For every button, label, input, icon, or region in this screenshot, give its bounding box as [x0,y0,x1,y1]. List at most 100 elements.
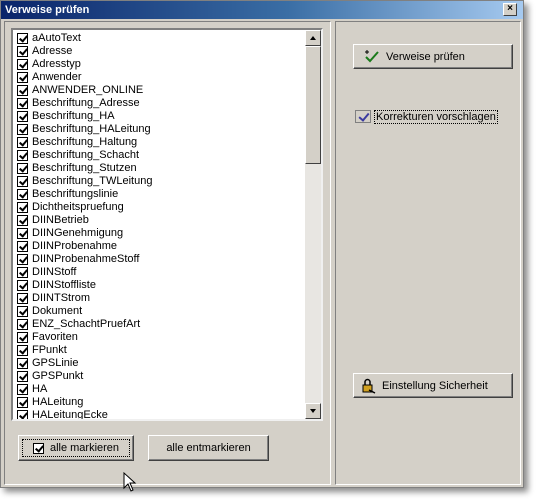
list-item[interactable]: DIINBetrieb [13,214,305,227]
dialog-window: Verweise prüfen × aAutoText Adresse Adress… [0,0,524,492]
list-item[interactable]: Beschriftung_Haltung [13,136,305,149]
item-checkbox[interactable] [17,228,28,239]
list-item[interactable]: Beschriftungslinie [13,188,305,201]
close-button[interactable]: × [503,3,517,16]
list-item[interactable]: DIINTStrom [13,292,305,305]
list-item[interactable]: Beschriftung_HALeitung [13,123,305,136]
item-checkbox[interactable] [17,85,28,96]
list-item[interactable]: DIINStoffliste [13,279,305,292]
item-label: Favoriten [32,331,78,343]
list-item[interactable]: DIINProbenahmeStoff [13,253,305,266]
list-item[interactable]: Beschriftung_Stutzen [13,162,305,175]
suggest-corrections-option[interactable]: Korrekturen vorschlagen [355,109,498,124]
list-item[interactable]: HALeitungEcke [13,409,305,419]
item-label: HA [32,383,48,395]
list-item[interactable]: DIINStoff [13,266,305,279]
item-checkbox[interactable] [17,124,28,135]
item-label: Anwender [32,71,82,83]
list-item[interactable]: GPSPunkt [13,370,305,383]
item-checkbox[interactable] [17,358,28,369]
item-checkbox[interactable] [17,371,28,382]
list-item[interactable]: GPSLinie [13,357,305,370]
item-label: DIINBetrieb [32,214,89,226]
item-label: HALeitung [32,396,84,408]
item-label: DIINTStrom [32,292,91,304]
item-checkbox[interactable] [17,280,28,291]
item-checkbox[interactable] [17,345,28,356]
item-label: Beschriftung_HA [32,110,115,122]
list-item[interactable]: aAutoText [13,32,305,45]
table-checklist[interactable]: aAutoText Adresse Adresstyp Anwender ANWENDE… [11,28,323,421]
check-references-button[interactable]: Verweise prüfen [353,44,513,69]
item-checkbox[interactable] [17,46,28,57]
list-item[interactable]: HALeitung [13,396,305,409]
security-settings-button[interactable]: Einstellung Sicherheit [353,373,513,398]
list-item[interactable]: HA [13,383,305,396]
scroll-up-button[interactable] [305,30,321,46]
item-label: ENZ_SchachtPruefArt [32,318,141,330]
item-checkbox[interactable] [17,384,28,395]
item-checkbox[interactable] [17,176,28,187]
window-title: Verweise prüfen [5,4,90,16]
item-label: Beschriftung_TWLeitung [32,175,153,187]
list-item[interactable]: Beschriftung_TWLeitung [13,175,305,188]
close-icon: × [507,3,513,14]
item-label: Dokument [32,305,83,317]
item-label: Beschriftung_Stutzen [32,162,137,174]
unmark-all-button[interactable]: alle entmarkieren [148,435,269,461]
item-label: Beschriftung_Schacht [32,149,140,161]
checkbox-icon [32,442,44,454]
list-item[interactable]: ENZ_SchachtPruefArt [13,318,305,331]
item-checkbox[interactable] [17,241,28,252]
scroll-down-button[interactable] [305,403,321,419]
list-item[interactable]: Dokument [13,305,305,318]
vertical-scrollbar[interactable] [305,30,321,419]
list-item[interactable]: FPunkt [13,344,305,357]
check-arrow-icon [365,49,379,62]
list-item[interactable]: Adresstyp [13,58,305,71]
item-checkbox[interactable] [17,150,28,161]
item-label: Dichtheitspruefung [32,201,124,213]
item-label: DIINStoffliste [32,279,96,291]
suggest-corrections-checkbox[interactable] [355,110,371,123]
item-checkbox[interactable] [17,72,28,83]
list-item[interactable]: Anwender [13,71,305,84]
arrow-down-icon [310,409,316,413]
list-item[interactable]: Beschriftung_Adresse [13,97,305,110]
item-checkbox[interactable] [17,189,28,200]
list-item[interactable]: Adresse [13,45,305,58]
item-checkbox[interactable] [17,137,28,148]
item-checkbox[interactable] [17,59,28,70]
lock-key-icon [362,378,376,394]
mouse-cursor-icon [123,472,137,492]
item-checkbox[interactable] [17,293,28,304]
list-item[interactable]: Beschriftung_HA [13,110,305,123]
list-item[interactable]: ANWENDER_ONLINE [13,84,305,97]
item-label: Beschriftung_Haltung [32,136,138,148]
item-checkbox[interactable] [17,397,28,408]
item-checkbox[interactable] [17,332,28,343]
item-checkbox[interactable] [17,33,28,44]
list-item[interactable]: DIINGenehmigung [13,227,305,240]
item-checkbox[interactable] [17,111,28,122]
item-checkbox[interactable] [17,215,28,226]
item-checkbox[interactable] [17,319,28,330]
item-checkbox[interactable] [17,254,28,265]
item-label: Beschriftung_HALeitung [32,123,151,135]
item-checkbox[interactable] [17,306,28,317]
right-panel: Verweise prüfen Korrekturen vorschlagen … [335,21,521,485]
check-references-label: Verweise prüfen [386,50,465,63]
list-item[interactable]: DIINProbenahme [13,240,305,253]
mark-all-button[interactable]: alle markieren [18,435,134,461]
scroll-thumb[interactable] [305,46,321,164]
item-checkbox[interactable] [17,410,28,419]
item-checkbox[interactable] [17,267,28,278]
list-item[interactable]: Favoriten [13,331,305,344]
item-checkbox[interactable] [17,163,28,174]
item-checkbox[interactable] [17,98,28,109]
item-checkbox[interactable] [17,202,28,213]
item-label: DIINProbenahmeStoff [32,253,140,265]
list-item[interactable]: Dichtheitspruefung [13,201,305,214]
item-label: DIINGenehmigung [32,227,124,239]
list-item[interactable]: Beschriftung_Schacht [13,149,305,162]
